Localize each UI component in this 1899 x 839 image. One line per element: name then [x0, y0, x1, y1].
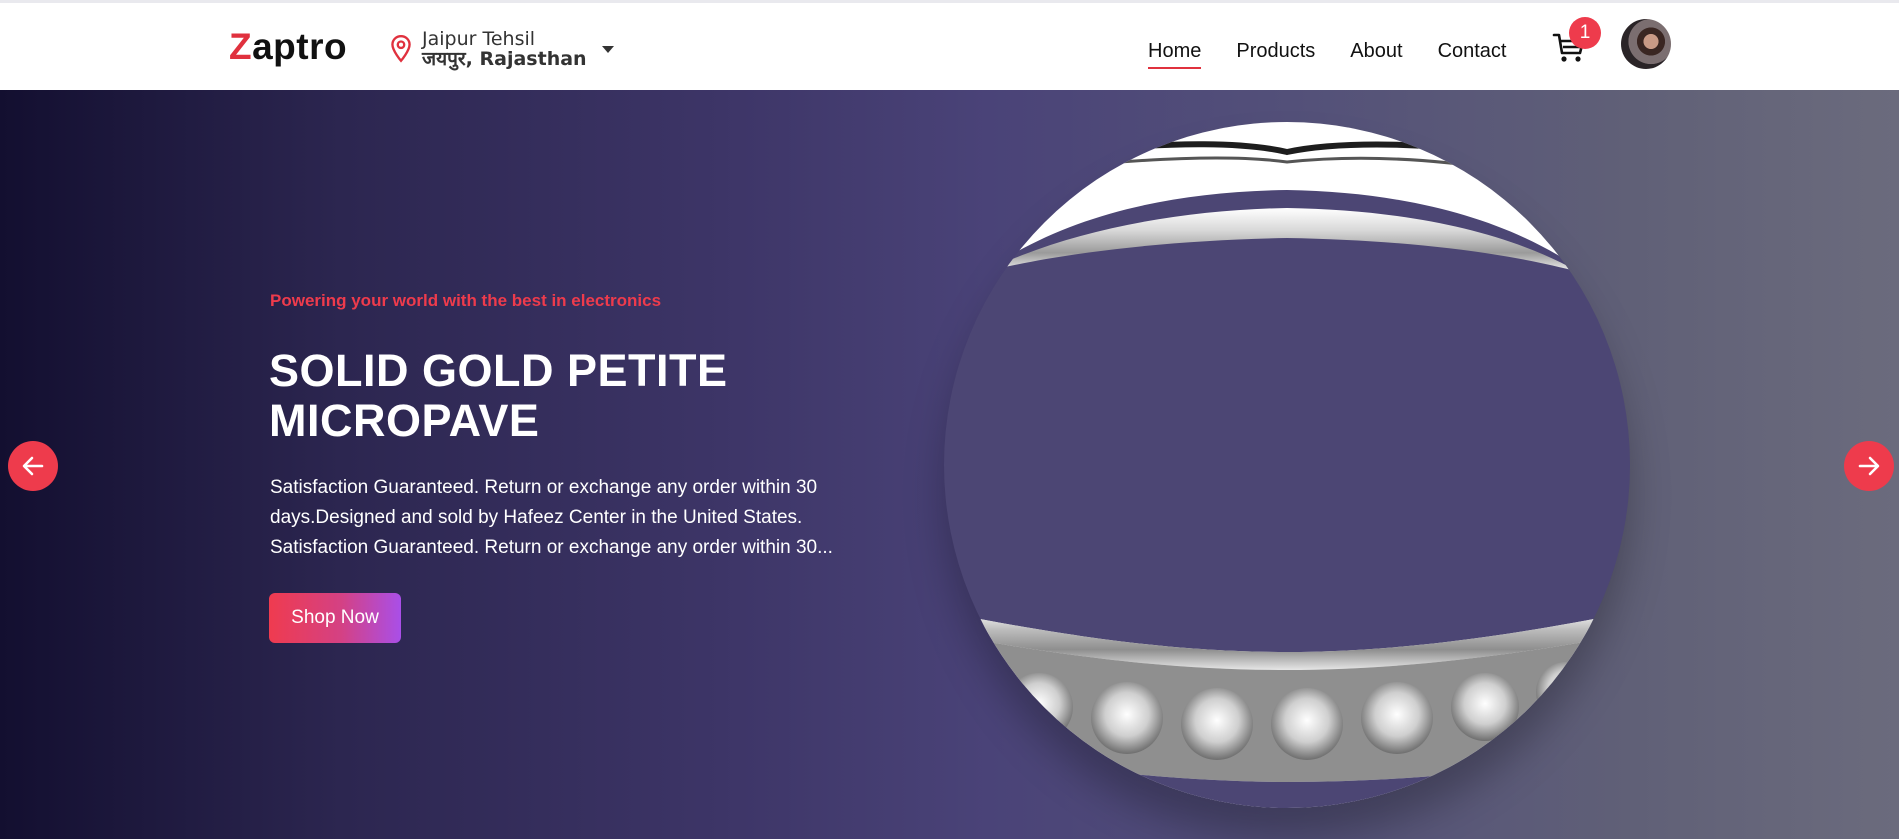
carousel-next-button[interactable] — [1844, 441, 1894, 491]
site-header: Zaptro Jaipur Tehsil जयपुर, Rajasthan Ho… — [0, 3, 1899, 90]
map-pin-icon — [391, 34, 411, 63]
carousel-prev-button[interactable] — [8, 441, 58, 491]
location-line-2: जयपुर, Rajasthan — [422, 48, 587, 70]
hero-tagline: Powering your world with the best in ele… — [270, 291, 662, 310]
hero-description-text: Satisfaction Guaranteed. Return or excha… — [270, 477, 833, 558]
product-image — [944, 122, 1630, 808]
nav-about[interactable]: About — [1350, 39, 1402, 63]
ring-product-illustration — [944, 122, 1630, 808]
shop-now-button[interactable]: Shop Now — [269, 593, 401, 643]
arrow-left-icon — [22, 456, 44, 476]
chevron-down-icon[interactable] — [601, 45, 615, 55]
cart-count-badge: 1 — [1569, 17, 1601, 49]
hero-carousel: Powering your world with the best in ele… — [0, 90, 1899, 839]
arrow-right-icon — [1858, 456, 1880, 476]
nav-home[interactable]: Home — [1148, 39, 1202, 69]
location-text: Jaipur Tehsil जयपुर, Rajasthan — [422, 29, 587, 69]
location-selector[interactable]: Jaipur Tehsil जयपुर, Rajasthan — [388, 27, 615, 71]
hero-title: SOLID GOLD PETITE MICROPAVE — [269, 345, 728, 446]
main-nav: Home Products About Contact — [1148, 39, 1542, 69]
location-line-1: Jaipur Tehsil — [422, 28, 536, 50]
nav-contact[interactable]: Contact — [1438, 39, 1507, 63]
brand-logo[interactable]: Zaptro — [229, 27, 347, 67]
nav-products[interactable]: Products — [1236, 39, 1315, 63]
hero-description: Satisfaction Guaranteed. Return or excha… — [270, 473, 870, 563]
user-avatar[interactable] — [1621, 19, 1671, 69]
